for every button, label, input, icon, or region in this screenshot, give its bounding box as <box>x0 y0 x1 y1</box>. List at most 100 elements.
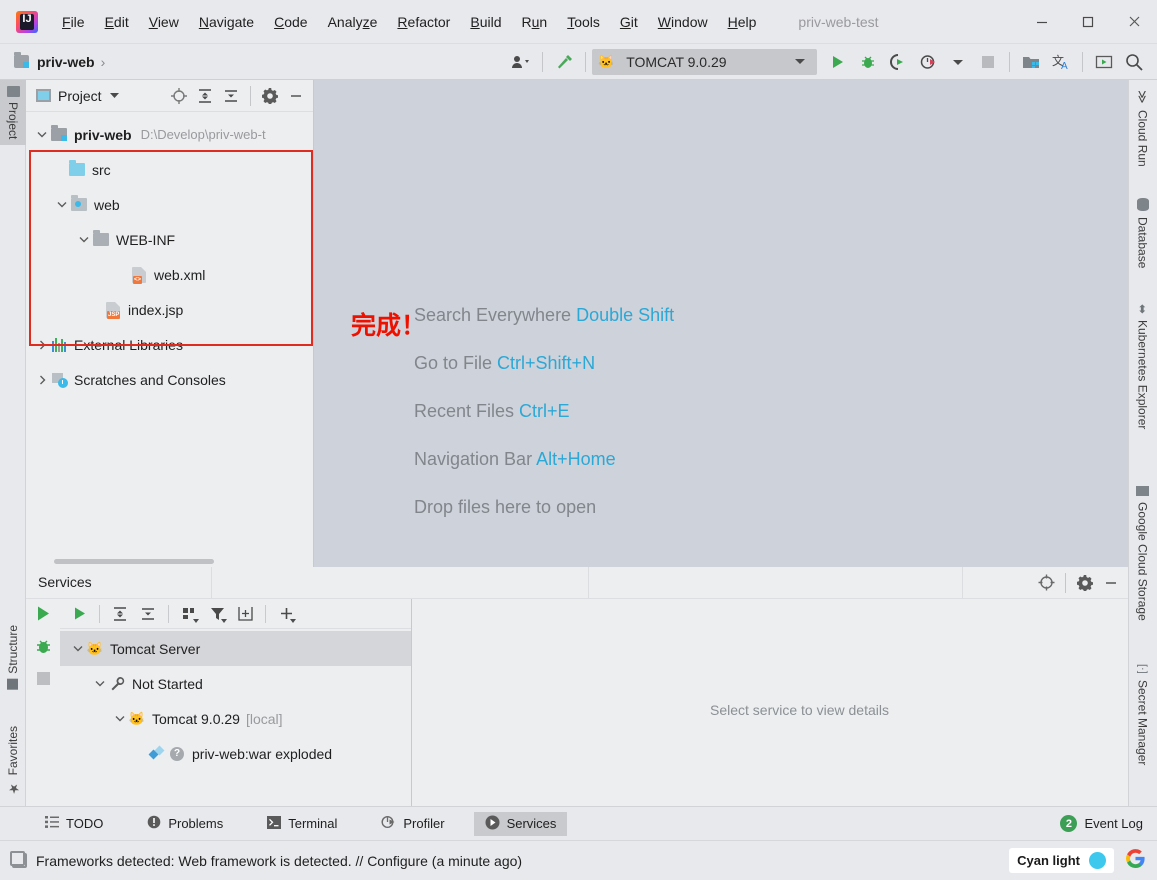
sidebar-item-kubernetes-explorer[interactable]: ⬌ Kubernetes Explorer <box>1128 298 1157 435</box>
chevron-down-icon[interactable] <box>76 236 92 243</box>
tree-row-priv-web[interactable]: priv-web D:\Develop\priv-web-t <box>26 117 313 152</box>
menu-edit[interactable]: Edit <box>95 10 139 34</box>
services-tool-window: Services 🐱 Tomcat Server Not Started 🐱 T… <box>26 567 1128 806</box>
menu-window[interactable]: Window <box>648 10 718 34</box>
project-panel-title[interactable]: Project <box>58 88 102 104</box>
run-with-coverage-icon[interactable] <box>883 44 913 80</box>
menu-code[interactable]: Code <box>264 10 317 34</box>
project-tree[interactable]: priv-web D:\Develop\priv-web-t src web W… <box>26 112 313 567</box>
tab-terminal[interactable]: Terminal <box>256 812 348 836</box>
notification-icon[interactable] <box>10 851 27 868</box>
services-tab-title[interactable]: Services <box>26 567 104 598</box>
minimize-icon[interactable] <box>1098 570 1124 596</box>
gear-icon[interactable] <box>1072 570 1098 596</box>
sidebar-item-google-cloud-storage[interactable]: Google Cloud Storage <box>1128 480 1157 627</box>
menu-help[interactable]: Help <box>718 10 767 34</box>
stop-icon[interactable] <box>973 44 1003 80</box>
web-root-folder-icon <box>70 195 88 211</box>
theme-color-dot <box>1089 852 1106 869</box>
translate-icon[interactable]: 文 A <box>1046 44 1076 80</box>
menu-git[interactable]: Git <box>610 10 648 34</box>
collapse-all-icon[interactable] <box>218 83 244 109</box>
chevron-down-icon[interactable] <box>112 715 128 722</box>
services-tree[interactable]: 🐱 Tomcat Server Not Started 🐱 Tomcat 9.0… <box>60 629 411 771</box>
locate-icon[interactable] <box>1033 570 1059 596</box>
tab-profiler[interactable]: Profiler <box>370 812 455 836</box>
menu-analyze[interactable]: Analyze <box>318 10 388 34</box>
services-row-tomcat-local[interactable]: 🐱 Tomcat 9.0.29 [local] <box>60 701 411 736</box>
gear-icon[interactable] <box>257 83 283 109</box>
expand-all-icon[interactable] <box>107 601 133 627</box>
menu-build[interactable]: Build <box>460 10 511 34</box>
run-icon[interactable] <box>823 44 853 80</box>
tree-row-src[interactable]: src <box>26 152 313 187</box>
chevron-down-icon[interactable] <box>102 83 128 109</box>
chevron-right-icon[interactable] <box>34 340 50 350</box>
tree-label: web <box>94 196 120 213</box>
services-row-not-started[interactable]: Not Started <box>60 666 411 701</box>
toolbar-actions: 🐱 TOMCAT 9.0.29 文 A <box>506 44 1157 79</box>
hammer-build-icon[interactable] <box>549 44 579 80</box>
menu-run[interactable]: Run <box>512 10 558 34</box>
menu-refactor[interactable]: Refactor <box>387 10 460 34</box>
tab-label: Terminal <box>288 816 338 831</box>
tree-row-scratches-and-consoles[interactable]: Scratches and Consoles <box>26 362 313 397</box>
tree-row-web[interactable]: web <box>26 187 313 222</box>
maximize-icon[interactable] <box>1065 0 1111 44</box>
project-tool-window: Project priv-web D:\Develop\priv-web-t s… <box>26 80 314 567</box>
horizontal-scrollbar[interactable] <box>54 559 214 564</box>
google-icon[interactable] <box>1126 848 1145 873</box>
sidebar-item-favorites[interactable]: ★ Favorites <box>0 720 26 801</box>
event-log-button[interactable]: 2 Event Log <box>1060 815 1157 832</box>
preview-icon[interactable] <box>1089 44 1119 80</box>
debug-icon[interactable] <box>35 638 52 658</box>
run-configuration-selector[interactable]: 🐱 TOMCAT 9.0.29 <box>592 48 817 75</box>
sidebar-item-project[interactable]: Project <box>0 80 26 146</box>
status-message[interactable]: Frameworks detected: Web framework is de… <box>36 853 522 869</box>
services-row-tomcat-server[interactable]: 🐱 Tomcat Server <box>60 631 411 666</box>
menu-view[interactable]: View <box>139 10 189 34</box>
run-icon[interactable] <box>35 605 52 625</box>
add-tab-icon[interactable] <box>232 601 258 627</box>
collapse-all-icon[interactable] <box>135 601 161 627</box>
tab-problems[interactable]: Problems <box>136 812 234 836</box>
project-structure-icon[interactable] <box>1016 44 1046 80</box>
group-by-icon[interactable] <box>176 601 202 627</box>
run-icon[interactable] <box>66 601 92 627</box>
chevron-right-icon[interactable] <box>34 375 50 385</box>
search-icon[interactable] <box>1119 44 1149 80</box>
minimize-icon[interactable] <box>283 83 309 109</box>
tree-row-web-inf[interactable]: WEB-INF <box>26 222 313 257</box>
chevron-down-icon[interactable] <box>54 201 70 208</box>
add-icon[interactable] <box>273 601 299 627</box>
tree-row-external-libraries[interactable]: External Libraries <box>26 327 313 362</box>
filter-icon[interactable] <box>204 601 230 627</box>
services-row-artifact[interactable]: ? priv-web:war exploded <box>60 736 411 771</box>
minimize-icon[interactable] <box>1019 0 1065 44</box>
menu-tools[interactable]: Tools <box>557 10 610 34</box>
tree-row-web-xml[interactable]: <> web.xml <box>26 257 313 292</box>
locate-icon[interactable] <box>166 83 192 109</box>
chevron-down-icon[interactable] <box>34 131 50 138</box>
tab-services[interactable]: Services <box>473 811 568 836</box>
debug-icon[interactable] <box>853 44 883 80</box>
chevron-down-icon[interactable] <box>70 645 86 652</box>
menu-navigate[interactable]: Navigate <box>189 10 264 34</box>
breadcrumb[interactable]: priv-web <box>37 54 95 70</box>
theme-switcher[interactable]: Cyan light <box>1009 848 1114 873</box>
tab-todo[interactable]: TODO <box>34 812 114 836</box>
user-dropdown-icon[interactable] <box>506 44 536 80</box>
sidebar-item-structure[interactable]: Structure <box>0 619 26 696</box>
sidebar-item-cloud-run[interactable]: ≫ Cloud Run <box>1128 84 1157 172</box>
chevron-down-icon[interactable] <box>92 680 108 687</box>
profile-icon[interactable] <box>913 44 943 80</box>
sidebar-item-secret-manager[interactable]: [·] Secret Manager <box>1128 658 1157 771</box>
chevron-down-icon[interactable] <box>943 44 973 80</box>
close-icon[interactable] <box>1111 0 1157 44</box>
stop-icon[interactable] <box>36 671 51 689</box>
sidebar-item-database[interactable]: Database <box>1128 192 1157 274</box>
expand-all-icon[interactable] <box>192 83 218 109</box>
status-bar-right: Cyan light <box>1009 848 1157 873</box>
tree-row-index-jsp[interactable]: JSP index.jsp <box>26 292 313 327</box>
menu-file[interactable]: File <box>52 10 95 34</box>
